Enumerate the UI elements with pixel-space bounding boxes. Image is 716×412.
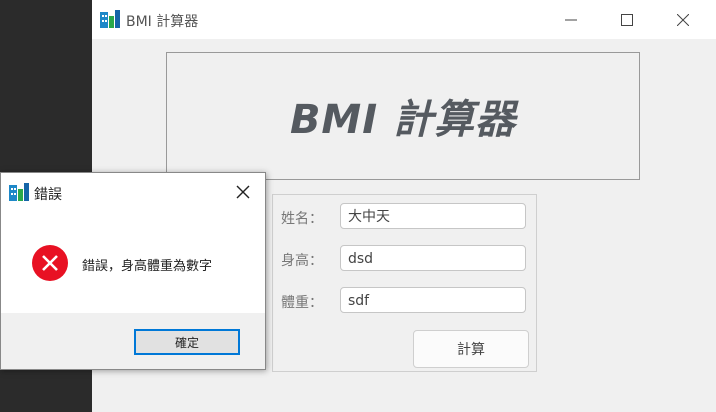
name-label: 姓名：: [281, 211, 323, 227]
close-icon: [677, 13, 689, 26]
dialog-title: 錯誤: [34, 187, 62, 203]
minimize-icon: [565, 19, 577, 20]
error-icon: [32, 245, 68, 281]
height-label: 身高：: [281, 253, 323, 269]
header-title: BMI 計算器: [289, 97, 517, 143]
close-icon: [236, 185, 250, 199]
dialog-close-button[interactable]: [231, 181, 255, 203]
dialog-body: 錯誤，身高體重為數字: [1, 211, 265, 313]
window-title: BMI 計算器: [126, 14, 199, 30]
weight-input[interactable]: sdf: [340, 287, 526, 313]
calculate-button[interactable]: 計算: [413, 330, 529, 368]
dialog-footer: 確定: [1, 313, 265, 369]
minimize-button[interactable]: [548, 0, 594, 39]
dialog-title-bar[interactable]: 錯誤: [1, 173, 265, 211]
app-icon: [9, 183, 29, 201]
header-banner: BMI 計算器: [166, 52, 640, 180]
ok-button[interactable]: 確定: [134, 329, 240, 355]
maximize-icon: [621, 13, 633, 26]
height-input[interactable]: dsd: [340, 245, 526, 271]
title-bar[interactable]: BMI 計算器: [92, 0, 716, 39]
bmi-form: 姓名： 大中天 身高： dsd 體重： sdf 計算: [272, 194, 537, 372]
maximize-button[interactable]: [604, 0, 650, 39]
weight-label: 體重：: [281, 295, 323, 311]
app-icon: [100, 10, 120, 28]
error-dialog: 錯誤 錯誤，身高體重為數字 確定: [0, 172, 266, 370]
dialog-message: 錯誤，身高體重為數字: [82, 259, 213, 274]
name-input[interactable]: 大中天: [340, 203, 526, 229]
close-button[interactable]: [660, 0, 706, 39]
